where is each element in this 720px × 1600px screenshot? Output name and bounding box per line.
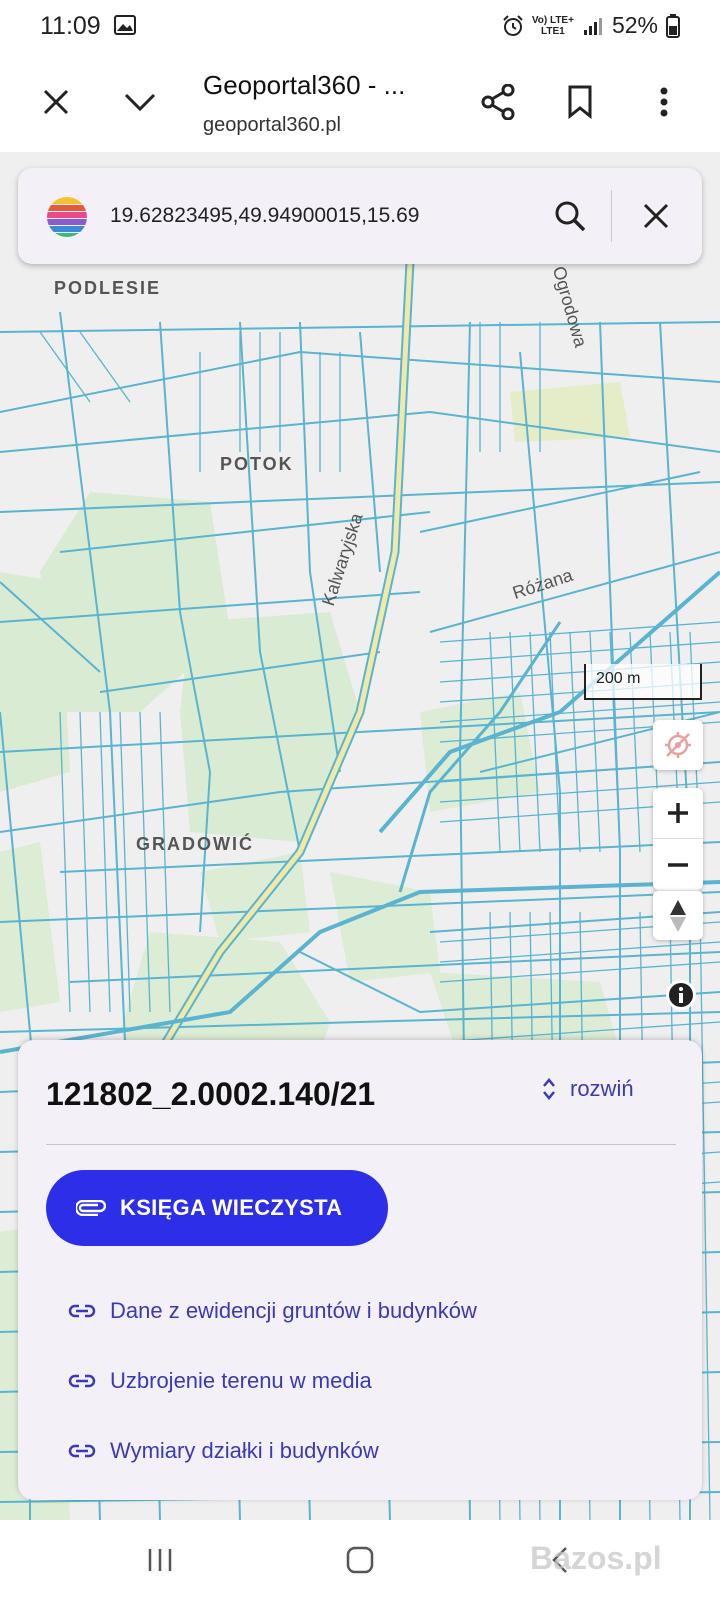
geoportal-logo-icon [47, 197, 87, 237]
geolocate-button[interactable] [653, 720, 703, 770]
network-indicator: Vo) LTE+ LTE1 [532, 15, 574, 37]
land-register-button[interactable]: KSIĘGA WIECZYSTA [46, 1170, 388, 1246]
close-icon [43, 89, 69, 115]
parcel-info-panel: 121802_2.0002.140/21 rozwiń KSIĘGA WIECZ… [18, 1040, 702, 1500]
minimize-button[interactable] [116, 78, 164, 126]
link-icon [68, 1304, 96, 1318]
gallery-icon [114, 15, 136, 35]
link-land-records-label: Dane z ewidencji gruntów i budynków [110, 1298, 477, 1323]
attachment-icon [76, 1200, 106, 1216]
network-line-1: Vo) LTE+ [531, 14, 574, 26]
link-utilities[interactable]: Uzbrojenie terenu w media [68, 1368, 372, 1394]
close-icon [643, 203, 669, 229]
zoom-in-button[interactable] [653, 788, 703, 839]
zoom-out-button[interactable] [653, 839, 703, 890]
watermark: Bazos.pl [530, 1540, 662, 1576]
share-button[interactable] [474, 78, 522, 126]
location-off-icon [665, 732, 691, 758]
bookmark-icon [568, 85, 592, 119]
info-icon [669, 983, 693, 1007]
expand-button[interactable]: rozwiń [542, 1076, 634, 1102]
more-vert-icon [660, 87, 668, 117]
plus-icon [668, 803, 688, 823]
info-button[interactable] [666, 980, 696, 1010]
status-time: 11:09 [40, 12, 101, 40]
clear-search-button[interactable] [632, 192, 680, 240]
recents-button[interactable] [130, 1540, 190, 1580]
home-icon [346, 1546, 374, 1574]
bookmark-button[interactable] [556, 78, 604, 126]
home-button[interactable] [330, 1540, 390, 1580]
search-button[interactable] [546, 192, 594, 240]
land-register-label: KSIĘGA WIECZYSTA [120, 1195, 343, 1220]
chevron-down-icon [124, 93, 156, 112]
map-label-podlesie: PODLESIE [54, 278, 162, 298]
search-bar [18, 168, 702, 264]
signal-icon [583, 17, 602, 35]
search-divider [611, 190, 612, 242]
search-icon [555, 201, 586, 232]
parcel-id: 121802_2.0002.140/21 [46, 1076, 376, 1112]
recents-icon [148, 1549, 172, 1571]
link-dimensions-label: Wymiary działki i budynków [110, 1438, 379, 1463]
more-options-button[interactable] [640, 78, 688, 126]
link-dimensions[interactable]: Wymiary działki i budynków [68, 1438, 379, 1464]
link-icon [68, 1444, 96, 1458]
compass-icon [670, 899, 686, 932]
link-utilities-label: Uzbrojenie terenu w media [110, 1368, 372, 1393]
browser-toolbar: Geoportal360 - ... geoportal360.pl [0, 52, 720, 152]
page-title: Geoportal360 - ... [203, 70, 406, 100]
share-icon [481, 84, 515, 120]
status-bar: 11:09 Vo) LTE+ LTE1 52% [0, 0, 720, 52]
map-label-potok: POTOK [220, 454, 294, 474]
status-indicators: Vo) LTE+ LTE1 52% [502, 12, 680, 39]
map-scale: 200 m [584, 664, 702, 700]
search-input[interactable] [110, 196, 530, 236]
zoom-controls [653, 788, 703, 890]
close-tab-button[interactable] [32, 78, 80, 126]
battery-percent: 52% [611, 12, 658, 38]
reset-north-button[interactable] [653, 890, 703, 940]
link-land-records[interactable]: Dane z ewidencji gruntów i budynków [68, 1298, 477, 1324]
minus-icon [668, 862, 688, 867]
network-line-2: LTE1 [541, 25, 565, 37]
unfold-more-icon [543, 1078, 555, 1100]
map-label-gradowic: GRADOWIĆ [136, 834, 254, 854]
link-icon [68, 1374, 96, 1388]
expand-label: rozwiń [570, 1076, 634, 1101]
alarm-icon [503, 14, 523, 36]
page-url: geoportal360.pl [203, 114, 341, 136]
battery-icon [666, 13, 680, 38]
panel-divider [46, 1144, 676, 1145]
